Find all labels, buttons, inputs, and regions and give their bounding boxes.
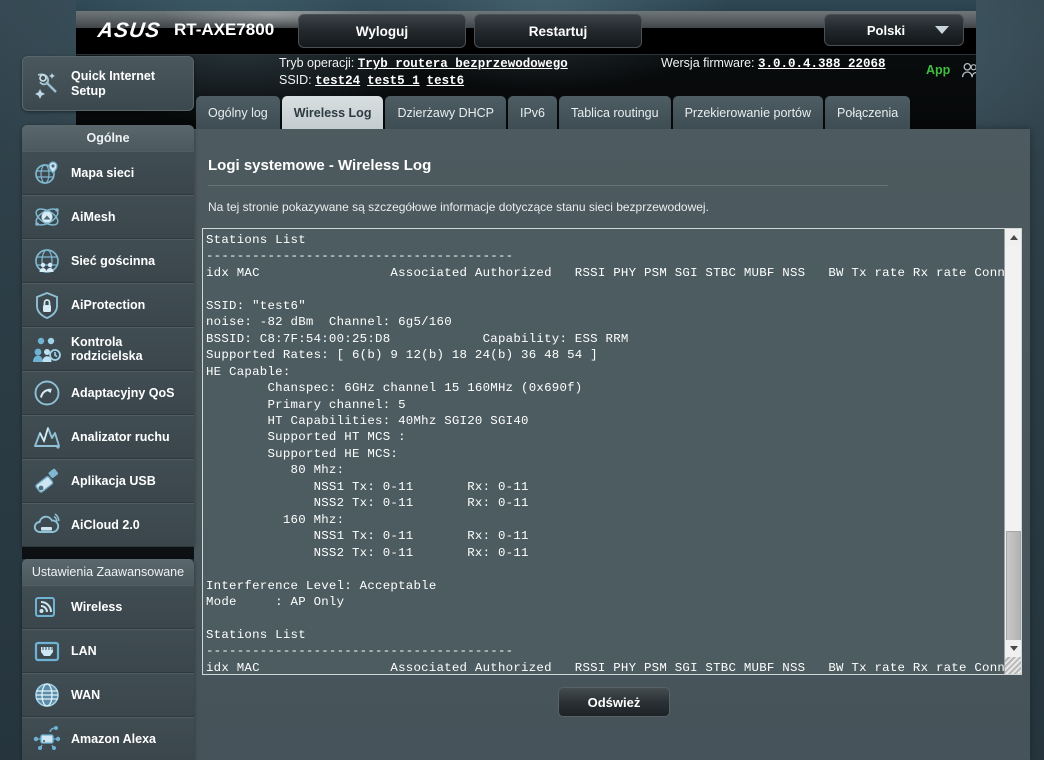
banner-divider [76, 54, 976, 55]
shield-lock-icon [36, 291, 58, 320]
tab-ipv6[interactable]: IPv6 [508, 96, 558, 129]
language-label: Polski [866, 22, 906, 38]
ssid-label: SSID: [279, 73, 312, 87]
chevron-down-icon [935, 26, 949, 34]
wireless-icon [35, 597, 55, 617]
sidebar-item-wan[interactable]: WAN [22, 673, 194, 717]
sidebar-item-siec-goscinna[interactable]: Sieć gościnna [22, 239, 194, 283]
ssid-value-3[interactable]: test6 [427, 74, 465, 88]
network-map-icon [35, 161, 58, 184]
sidebar-group-advanced: Ustawienia Zaawansowane Wireless LAN WAN… [22, 559, 194, 760]
refresh-button[interactable]: Odśwież [558, 687, 670, 717]
tab-przekierowanie-portow[interactable]: Przekierowanie portów [672, 96, 824, 129]
ssid-info: SSID: test24 test5_1 test6 [279, 73, 464, 88]
scrollbar-thumb[interactable] [1006, 531, 1021, 653]
triangle-up-icon [1009, 235, 1018, 240]
sidebar-label: Analizator ruchu [71, 430, 170, 444]
usb-application-icon [35, 468, 59, 493]
ssid-value-2[interactable]: test5_1 [367, 74, 420, 88]
guest-network-icon [35, 249, 59, 273]
sidebar-label: Mapa sieci [71, 166, 135, 180]
resize-grip-icon[interactable] [1005, 657, 1021, 674]
reboot-button[interactable]: Restartuj [474, 14, 642, 48]
sidebar-item-adaptacyjny-qos[interactable]: Adaptacyjny QoS [22, 371, 194, 415]
sidebar-label: WAN [71, 688, 101, 702]
parental-control-icon [33, 337, 61, 362]
quick-setup-label: Quick Internet Setup [71, 68, 156, 98]
sidebar-label: LAN [71, 644, 97, 658]
sidebar-label: Aplikacja USB [71, 474, 156, 488]
sidebar-label: Amazon Alexa [71, 732, 156, 746]
operation-mode-label: Tryb operacji: [279, 56, 355, 70]
traffic-analyzer-icon [34, 427, 60, 449]
main-content-panel: Logi systemowe - Wireless Log Na tej str… [194, 129, 1030, 760]
log-scrollbar[interactable] [1004, 229, 1021, 674]
tab-tablica-routingu[interactable]: Tablica routingu [559, 96, 671, 129]
asus-logo: ASUS [96, 19, 163, 42]
sidebar-item-aplikacja-usb[interactable]: Aplikacja USB [22, 459, 194, 503]
sidebar-label: Adaptacyjny QoS [71, 386, 175, 400]
tab-wireless-log[interactable]: Wireless Log [281, 96, 384, 129]
quick-setup-wand-icon [35, 72, 57, 99]
page-description: Na tej stronie pokazywane są szczegółowe… [208, 200, 709, 214]
sidebar-item-quick-internet-setup[interactable]: Quick Internet Setup [22, 56, 194, 111]
sidebar-item-amazon-alexa[interactable]: Amazon Alexa [22, 717, 194, 760]
sidebar-item-analizator-ruchu[interactable]: Analizator ruchu [22, 415, 194, 459]
scroll-down-button[interactable] [1005, 640, 1021, 657]
app-link[interactable]: App [926, 63, 950, 77]
tab-polaczenia[interactable]: Połączenia [825, 96, 911, 129]
firmware-info: Wersja firmware: 3.0.0.4.388_22068 [661, 56, 886, 71]
sidebar-item-mapa-sieci[interactable]: Mapa sieci [22, 151, 194, 195]
header-icon-group: App [926, 62, 976, 78]
users-icon[interactable] [961, 62, 976, 78]
logout-button[interactable]: Wyloguj [298, 14, 466, 48]
sidebar-item-aiprotection[interactable]: AiProtection [22, 283, 194, 327]
page-title: Logi systemowe - Wireless Log [208, 157, 432, 174]
sidebar-item-lan[interactable]: LAN [22, 629, 194, 673]
sidebar-label: Kontrola rodzicielska [71, 335, 143, 363]
sidebar-item-kontrola-rodzicielska[interactable]: Kontrola rodzicielska [22, 327, 194, 371]
wireless-log-text: Stations List --------------------------… [206, 233, 1021, 675]
scroll-up-button[interactable] [1005, 229, 1021, 246]
sidebar-item-wireless[interactable]: Wireless [22, 585, 194, 629]
router-model-name: RT-AXE7800 [174, 20, 275, 39]
wireless-log-box[interactable]: Stations List --------------------------… [202, 228, 1022, 675]
operation-mode-info: Tryb operacji: Tryb routera bezprzewodow… [279, 56, 568, 71]
aicloud-icon [33, 513, 60, 533]
sidebar-label: AiProtection [71, 298, 146, 312]
sidebar-group-advanced-header: Ustawienia Zaawansowane [22, 559, 194, 585]
sidebar-group-general-header: Ogólne [22, 125, 194, 151]
sidebar-label: AiMesh [71, 210, 116, 224]
operation-mode-value[interactable]: Tryb routera bezprzewodowego [358, 57, 568, 71]
sidebar: Quick Internet Setup Ogólne Mapa sieci A… [22, 56, 194, 760]
triangle-down-icon [1009, 646, 1018, 651]
tab-dzierzawy-dhcp[interactable]: Dzierżawy DHCP [385, 96, 506, 129]
sidebar-label: Wireless [71, 600, 123, 614]
sidebar-group-separator [22, 547, 194, 559]
firmware-value[interactable]: 3.0.0.4.388_22068 [758, 57, 886, 71]
aimesh-icon [35, 208, 59, 226]
reboot-label: Restartuj [528, 23, 588, 39]
sidebar-group-general: Ogólne Mapa sieci AiMesh Sieć gościnna A… [22, 125, 194, 547]
ssid-value-1[interactable]: test24 [315, 74, 360, 88]
sidebar-item-aicloud[interactable]: AiCloud 2.0 [22, 503, 194, 547]
refresh-label: Odśwież [587, 694, 641, 710]
qos-gauge-icon [34, 380, 60, 406]
sidebar-item-aimesh[interactable]: AiMesh [22, 195, 194, 239]
tab-bar: Ogólny log Wireless Log Dzierżawy DHCP I… [196, 96, 912, 129]
firmware-label: Wersja firmware: [661, 56, 755, 70]
logout-label: Wyloguj [355, 23, 409, 39]
lan-port-icon [34, 641, 60, 662]
sidebar-label: AiCloud 2.0 [71, 518, 140, 532]
wan-globe-icon [35, 683, 59, 707]
amazon-alexa-icon [33, 726, 61, 750]
tab-ogolny-log[interactable]: Ogólny log [196, 96, 280, 129]
title-divider [208, 185, 888, 186]
sidebar-label: Sieć gościnna [71, 254, 156, 268]
language-selector[interactable]: Polski [824, 14, 964, 46]
